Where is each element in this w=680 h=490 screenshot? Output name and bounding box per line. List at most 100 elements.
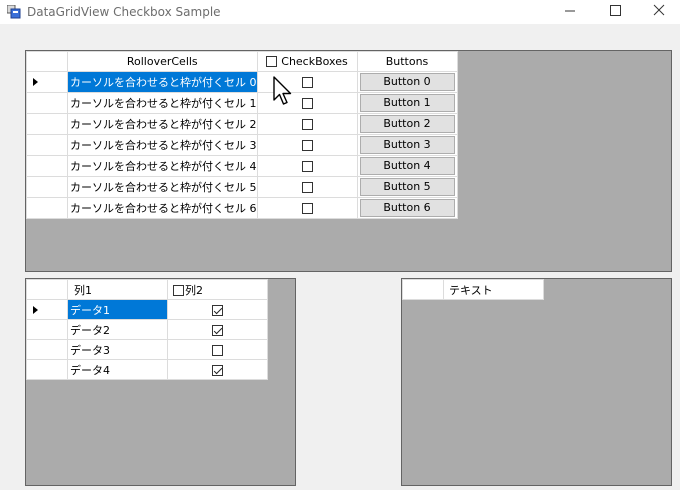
text-cell[interactable]: データ2 [67,319,168,340]
header-rollover-cells[interactable]: RolloverCells [67,51,258,72]
rollover-cell[interactable]: カーソルを合わせると枠が付くセル 5 [67,176,258,198]
button-cell: Button 0 [356,71,458,93]
row-header[interactable] [26,299,68,320]
minimize-icon [565,10,575,12]
checkbox-cell[interactable] [167,339,268,360]
checkbox-cell[interactable] [256,176,358,198]
row-button[interactable]: Button 6 [359,199,455,217]
rollover-cell[interactable]: カーソルを合わせると枠が付くセル 6 [67,197,258,219]
rollover-grid[interactable]: RolloverCells CheckBoxes Buttons カーソルを合わ… [25,50,672,272]
checkbox-cell[interactable] [256,92,358,114]
table-row[interactable]: カーソルを合わせると枠が付くセル 2 Button 2 [26,113,458,135]
rollover-cell[interactable]: カーソルを合わせると枠が付くセル 0 [67,71,258,93]
current-row-arrow-icon [33,306,38,314]
row-header[interactable] [26,134,68,156]
rollover-cell[interactable]: カーソルを合わせると枠が付くセル 3 [67,134,258,156]
row-header[interactable] [26,176,68,198]
current-row-arrow-icon [33,78,38,86]
app-icon [7,5,21,19]
close-button[interactable] [636,0,680,24]
button-cell: Button 4 [356,155,458,177]
checkbox-cell[interactable] [256,113,358,135]
header-checkboxes-label: CheckBoxes [281,55,348,68]
row-header[interactable] [26,339,68,360]
text-table: テキスト [402,279,544,300]
row-checkbox[interactable] [301,119,313,130]
header-buttons[interactable]: Buttons [356,51,458,72]
table-row[interactable]: カーソルを合わせると枠が付くセル 4 Button 4 [26,155,458,177]
table-row[interactable]: データ3 [26,339,268,360]
rollover-table: RolloverCells CheckBoxes Buttons カーソルを合わ… [26,51,458,219]
row-header[interactable] [26,155,68,177]
table-row[interactable]: カーソルを合わせると枠が付くセル 5 Button 5 [26,176,458,198]
rollover-cell[interactable]: カーソルを合わせると枠が付くセル 2 [67,113,258,135]
table-row[interactable]: カーソルを合わせると枠が付くセル 6 Button 6 [26,197,458,219]
rollover-cell[interactable]: カーソルを合わせると枠が付くセル 1 [67,92,258,114]
header-column2[interactable]: 列2 [167,279,268,300]
button-cell: Button 5 [356,176,458,198]
table-row[interactable]: カーソルを合わせると枠が付くセル 1 Button 1 [26,92,458,114]
row-checkbox[interactable] [301,161,313,172]
checkbox-cell[interactable] [167,359,268,380]
row-checkbox[interactable] [212,304,223,316]
row-button[interactable]: Button 3 [359,136,455,154]
row-checkbox[interactable] [301,98,313,109]
table-row[interactable]: カーソルを合わせると枠が付くセル 3 Button 3 [26,134,458,156]
row-checkbox[interactable] [301,182,313,193]
data-table: 列1 列2 データ1 データ2 データ3 データ4 [26,279,268,380]
table-row[interactable]: データ2 [26,319,268,340]
checkbox-cell[interactable] [167,319,268,340]
text-cell[interactable]: データ3 [67,339,168,360]
header-checkboxes[interactable]: CheckBoxes [256,51,358,72]
row-header[interactable] [26,197,68,219]
row-header[interactable] [26,319,68,340]
row-header[interactable] [26,92,68,114]
row-button[interactable]: Button 0 [359,73,455,91]
text-grid[interactable]: テキスト [401,278,672,486]
window-title: DataGridView Checkbox Sample [27,5,221,19]
row-checkbox[interactable] [301,203,313,214]
header-column2-label: 列2 [185,283,203,297]
row-checkbox[interactable] [212,344,223,356]
row-checkbox[interactable] [212,324,223,336]
header-text[interactable]: テキスト [443,279,544,300]
header-corner[interactable] [26,51,68,72]
header-column1[interactable]: 列1 [67,279,168,300]
checkbox-cell[interactable] [167,299,268,320]
checkbox-cell[interactable] [256,71,358,93]
maximize-button[interactable] [592,0,638,24]
row-button[interactable]: Button 4 [359,157,455,175]
row-button[interactable]: Button 2 [359,115,455,133]
text-cell[interactable]: データ4 [67,359,168,380]
minimize-button[interactable] [547,0,593,24]
checkbox-cell[interactable] [256,197,358,219]
title-bar: DataGridView Checkbox Sample [0,0,680,24]
header-corner[interactable] [26,279,68,300]
row-button[interactable]: Button 5 [359,178,455,196]
maximize-icon [610,5,621,16]
button-cell: Button 1 [356,92,458,114]
row-header[interactable] [26,71,68,93]
row-checkbox[interactable] [301,140,313,151]
row-checkbox[interactable] [301,77,313,88]
close-icon [653,4,665,16]
rollover-cell[interactable]: カーソルを合わせると枠が付くセル 4 [67,155,258,177]
checkbox-cell[interactable] [256,134,358,156]
row-header[interactable] [26,113,68,135]
table-row[interactable]: データ4 [26,359,268,380]
text-cell[interactable]: データ1 [67,299,168,320]
header-corner[interactable] [402,279,444,300]
row-header[interactable] [26,359,68,380]
button-cell: Button 3 [356,134,458,156]
row-checkbox[interactable] [212,364,223,376]
header-checkbox[interactable] [266,56,278,67]
checkbox-cell[interactable] [256,155,358,177]
button-cell: Button 2 [356,113,458,135]
table-row[interactable]: データ1 [26,299,268,320]
data-grid[interactable]: 列1 列2 データ1 データ2 データ3 データ4 [25,278,296,486]
button-cell: Button 6 [356,197,458,219]
table-row[interactable]: カーソルを合わせると枠が付くセル 0 Button 0 [26,71,458,93]
row-button[interactable]: Button 1 [359,94,455,112]
header-checkbox[interactable] [173,284,184,296]
mouse-cursor-icon [273,76,292,105]
